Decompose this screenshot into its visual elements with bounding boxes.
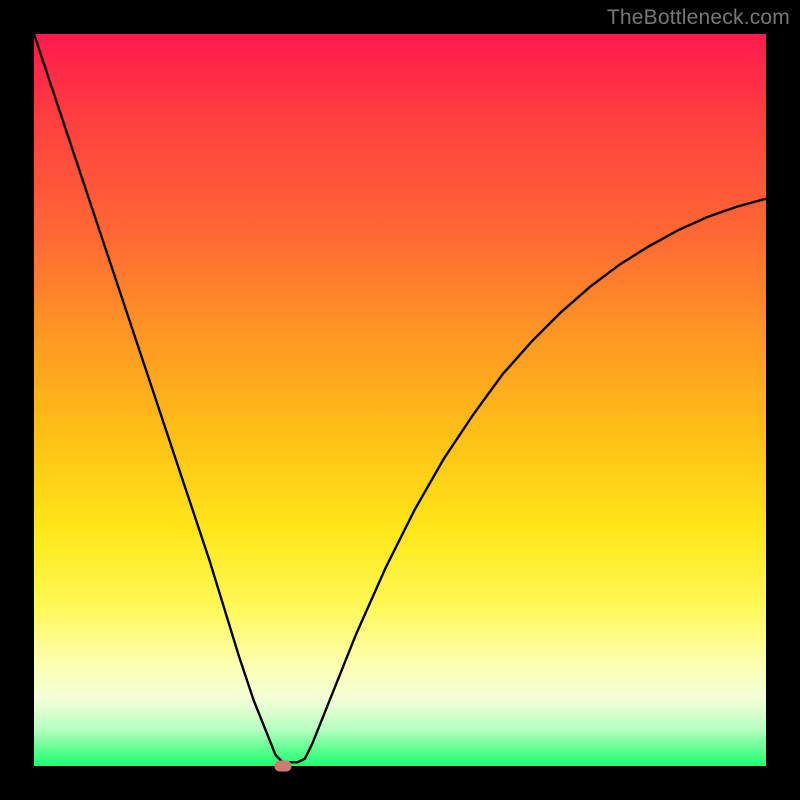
optimal-point-marker xyxy=(274,761,291,772)
plot-area xyxy=(34,34,766,766)
bottleneck-curve xyxy=(34,34,766,762)
curve-svg xyxy=(34,34,766,766)
watermark-text: TheBottleneck.com xyxy=(607,6,790,30)
chart-frame: TheBottleneck.com xyxy=(0,0,800,800)
